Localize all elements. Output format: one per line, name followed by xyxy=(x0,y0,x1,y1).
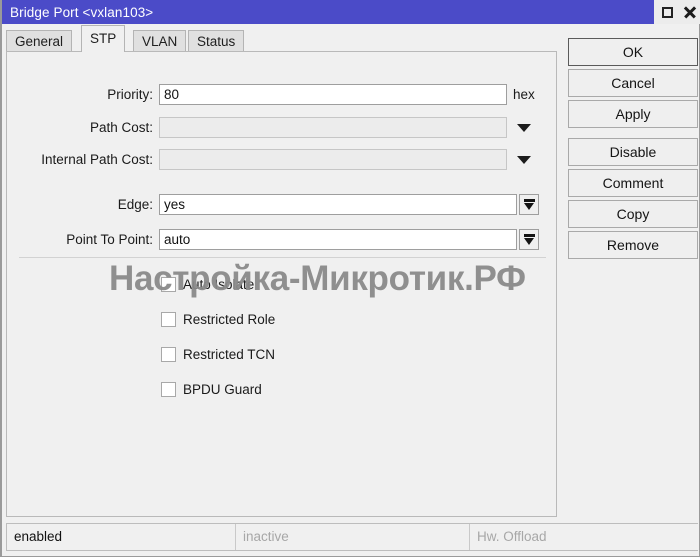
bpdu-guard-label: BPDU Guard xyxy=(183,381,262,397)
checkbox-row-restricted-tcn[interactable]: Restricted TCN xyxy=(161,344,275,364)
tab-status[interactable]: Status xyxy=(188,30,245,52)
tab-stp[interactable]: STP xyxy=(81,25,126,52)
section-divider xyxy=(19,257,546,258)
window-title: Bridge Port <vxlan103> xyxy=(10,4,154,20)
internal-path-cost-input[interactable] xyxy=(159,149,507,170)
priority-label: Priority: xyxy=(107,87,153,102)
priority-input[interactable]: 80 xyxy=(159,84,507,105)
cancel-button[interactable]: Cancel xyxy=(568,69,698,97)
stp-settings-panel: Priority: 80 hex Path Cost: Internal Pat… xyxy=(6,51,557,517)
chevron-down-icon xyxy=(524,202,534,210)
chevron-down-icon xyxy=(517,155,531,164)
internal-path-cost-dropdown-button[interactable] xyxy=(513,149,535,170)
edge-label: Edge: xyxy=(117,197,153,212)
auto-isolate-checkbox[interactable] xyxy=(161,276,176,292)
edge-input[interactable]: yes xyxy=(159,194,517,215)
checkbox-row-bpdu-guard[interactable]: BPDU Guard xyxy=(161,379,262,399)
auto-isolate-label: Auto Isolate xyxy=(183,276,255,292)
restricted-tcn-checkbox[interactable] xyxy=(161,346,176,362)
checkbox-row-restricted-role[interactable]: Restricted Role xyxy=(161,309,275,329)
field-row-point-to-point: Point To Point: auto xyxy=(7,228,556,251)
window-controls xyxy=(654,0,700,24)
close-icon xyxy=(683,6,696,19)
restricted-role-checkbox[interactable] xyxy=(161,311,176,327)
comment-button[interactable]: Comment xyxy=(568,169,698,197)
field-row-internal-path-cost: Internal Path Cost: xyxy=(7,148,556,171)
chevron-down-icon xyxy=(517,123,531,132)
remove-button[interactable]: Remove xyxy=(568,231,698,259)
bridge-port-window: Bridge Port <vxlan103> General STP VLAN … xyxy=(0,0,700,557)
path-cost-label: Path Cost: xyxy=(89,120,153,135)
restricted-role-label: Restricted Role xyxy=(183,311,276,327)
status-inactive: inactive xyxy=(235,524,469,550)
maximize-icon xyxy=(661,6,673,18)
tab-general[interactable]: General xyxy=(6,30,73,52)
status-bar: enabled inactive Hw. Offload xyxy=(6,523,698,551)
edge-dropdown-button[interactable] xyxy=(519,194,539,215)
field-row-path-cost: Path Cost: xyxy=(7,116,556,139)
restricted-tcn-label: Restricted TCN xyxy=(183,346,276,362)
status-enabled: enabled xyxy=(14,529,63,544)
point-to-point-input[interactable]: auto xyxy=(159,229,517,250)
title-bar: Bridge Port <vxlan103> xyxy=(2,0,700,24)
internal-path-cost-label: Internal Path Cost: xyxy=(41,152,153,167)
apply-button[interactable]: Apply xyxy=(568,100,698,128)
field-row-edge: Edge: yes xyxy=(7,193,556,216)
priority-suffix-hex: hex xyxy=(513,87,535,102)
path-cost-dropdown-button[interactable] xyxy=(513,117,535,138)
bpdu-guard-checkbox[interactable] xyxy=(161,381,176,397)
checkbox-row-auto-isolate[interactable]: Auto Isolate xyxy=(161,274,254,294)
close-button[interactable] xyxy=(678,2,700,22)
status-hw-offload: Hw. Offload xyxy=(469,524,698,550)
point-to-point-dropdown-button[interactable] xyxy=(519,229,539,250)
ok-button[interactable]: OK xyxy=(568,38,698,66)
point-to-point-label: Point To Point: xyxy=(66,232,153,247)
chevron-down-icon xyxy=(524,237,534,245)
dropdown-bar-icon xyxy=(523,199,535,202)
maximize-button[interactable] xyxy=(656,2,678,22)
path-cost-input[interactable] xyxy=(159,117,507,138)
action-button-panel: OK Cancel Apply Disable Comment Copy Rem… xyxy=(568,38,698,262)
field-row-priority: Priority: 80 hex xyxy=(7,83,556,106)
tab-vlan[interactable]: VLAN xyxy=(133,30,187,52)
copy-button[interactable]: Copy xyxy=(568,200,698,228)
disable-button[interactable]: Disable xyxy=(568,138,698,166)
dropdown-bar-icon xyxy=(523,234,535,237)
